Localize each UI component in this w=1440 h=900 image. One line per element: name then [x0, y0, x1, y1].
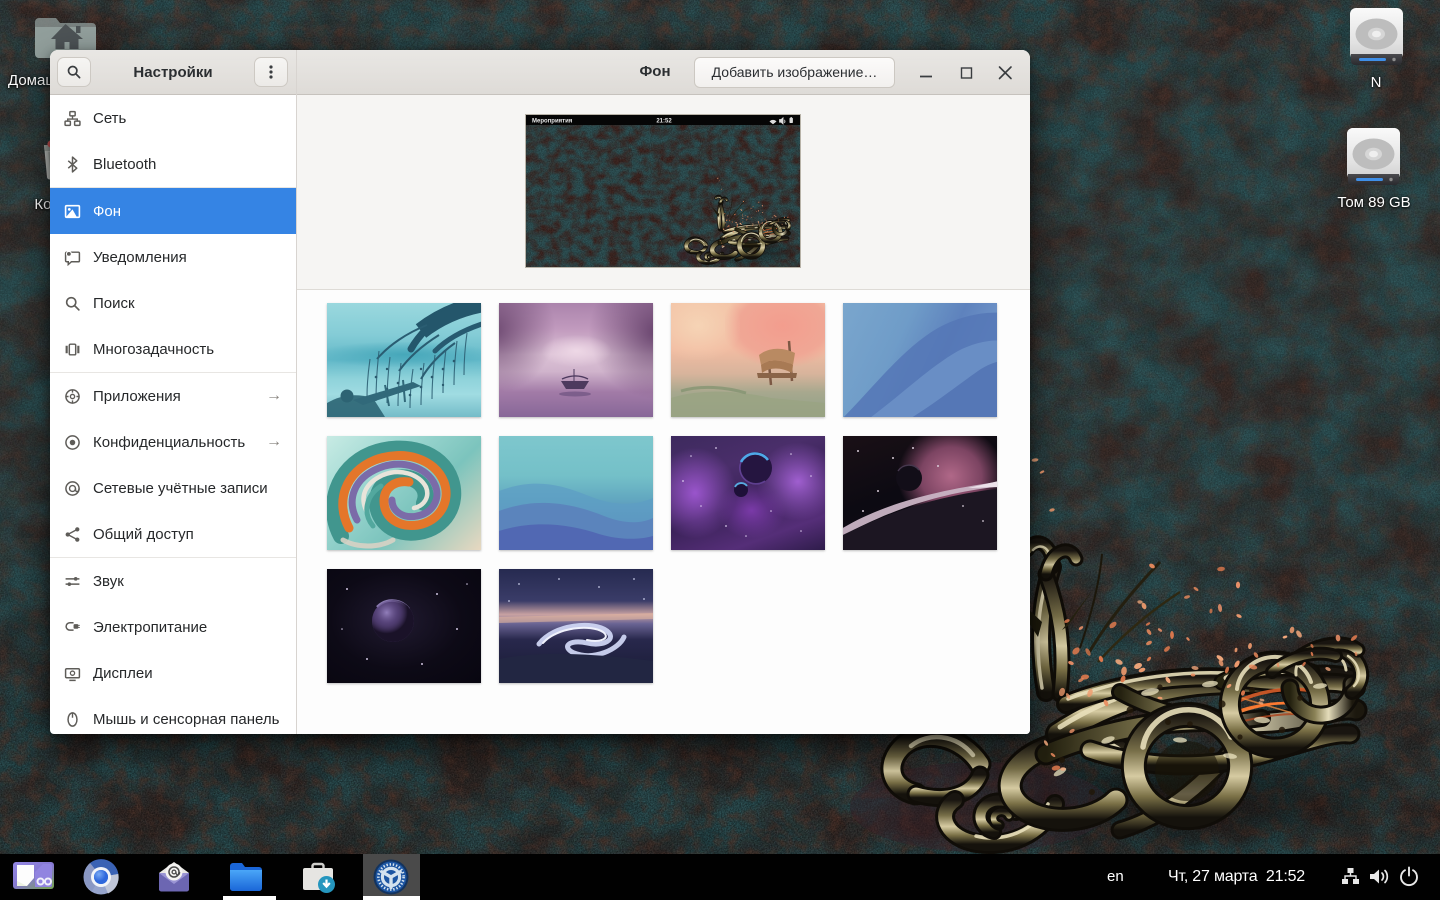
- svg-text:Мероприятия: Мероприятия: [532, 119, 573, 125]
- svg-text:21:52: 21:52: [656, 119, 672, 125]
